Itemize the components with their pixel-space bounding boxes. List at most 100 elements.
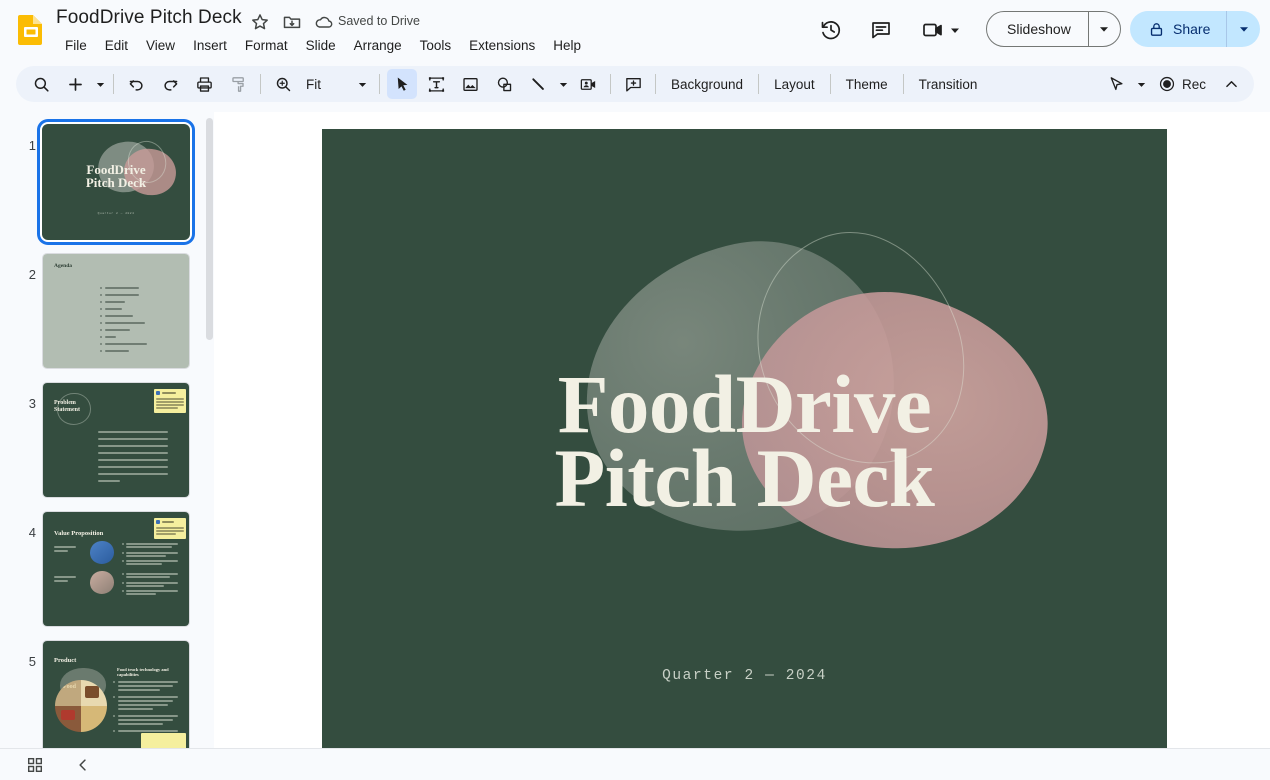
slide-thumbnail-2[interactable]: Agenda bbox=[42, 253, 190, 369]
mini-slide-title: Product bbox=[54, 657, 77, 664]
toolbar-divider bbox=[260, 74, 261, 94]
toolbar-divider bbox=[113, 74, 114, 94]
menu-help[interactable]: Help bbox=[544, 35, 590, 56]
theme-button[interactable]: Theme bbox=[836, 72, 898, 97]
collapse-toolbar-chevron-up-icon[interactable] bbox=[1216, 69, 1246, 99]
add-comment-icon[interactable] bbox=[618, 69, 648, 99]
undo-icon[interactable] bbox=[121, 69, 151, 99]
mini-slide-background: Problem Statement bbox=[43, 383, 189, 497]
new-slide-chevron-down-icon[interactable] bbox=[92, 70, 108, 98]
share-button-group: Share bbox=[1130, 11, 1261, 47]
slide-filmstrip[interactable]: 1 FoodDrive Pitch Deck Quarter 2 — 2024 … bbox=[0, 112, 214, 748]
save-status: Saved to Drive bbox=[338, 14, 420, 28]
zoom-chevron-down-icon[interactable] bbox=[354, 70, 370, 98]
slide-thumbnail-5[interactable]: Product Food Food truck technology and c… bbox=[42, 640, 190, 748]
menu-slide[interactable]: Slide bbox=[297, 35, 345, 56]
mini-product-photo: Food bbox=[55, 680, 107, 732]
text-box-icon[interactable] bbox=[421, 69, 451, 99]
version-history-icon[interactable] bbox=[819, 18, 843, 42]
toolbar-divider bbox=[829, 74, 831, 94]
record-button[interactable]: Rec bbox=[1150, 71, 1214, 97]
cloud-saved-icon[interactable] bbox=[314, 12, 334, 32]
background-button[interactable]: Background bbox=[661, 72, 753, 97]
active-slide-canvas[interactable]: FoodDrive Pitch Deck Quarter 2 — 2024 bbox=[322, 129, 1167, 763]
slide-number: 1 bbox=[28, 138, 36, 153]
redo-icon[interactable] bbox=[155, 69, 185, 99]
insert-image-icon[interactable] bbox=[455, 69, 485, 99]
mini-slide-title: Problem Statement bbox=[54, 400, 80, 413]
zoom-icon[interactable] bbox=[268, 69, 298, 99]
insert-line-icon[interactable] bbox=[523, 69, 553, 99]
mini-slide-title: Agenda bbox=[54, 263, 73, 269]
mini-sticky-note bbox=[154, 389, 186, 413]
chevron-down-icon[interactable] bbox=[948, 18, 962, 42]
record-icon bbox=[1158, 75, 1176, 93]
collapse-filmstrip-chevron-left-icon[interactable] bbox=[70, 753, 96, 777]
line-options-chevron-down-icon[interactable] bbox=[555, 70, 571, 98]
mini-slide-background: Product Food Food truck technology and c… bbox=[43, 641, 189, 748]
mini-blue-blob bbox=[90, 541, 114, 564]
filmstrip-slide-1[interactable]: 1 FoodDrive Pitch Deck Quarter 2 — 2024 bbox=[0, 124, 200, 252]
insert-video-icon[interactable] bbox=[573, 69, 603, 99]
slide-number: 2 bbox=[28, 267, 36, 282]
laser-chevron-down-icon[interactable] bbox=[1134, 70, 1150, 98]
filmstrip-slide-5[interactable]: 5 Product Food Food truck technology and… bbox=[0, 640, 200, 748]
record-label: Rec bbox=[1181, 76, 1206, 92]
bottom-status-bar bbox=[0, 748, 1270, 780]
new-slide-plus-icon[interactable] bbox=[60, 69, 90, 99]
mini-sticky-note bbox=[154, 518, 186, 539]
main-toolbar: Fit Background Layout Theme Transition R… bbox=[16, 66, 1254, 102]
slide-title-text[interactable]: FoodDrive Pitch Deck bbox=[322, 363, 1167, 520]
layout-button[interactable]: Layout bbox=[764, 72, 825, 97]
lock-icon bbox=[1148, 21, 1165, 38]
slide-number: 3 bbox=[28, 396, 36, 411]
laser-pointer-icon[interactable] bbox=[1102, 69, 1132, 99]
menu-extensions[interactable]: Extensions bbox=[460, 35, 544, 56]
menu-insert[interactable]: Insert bbox=[184, 35, 236, 56]
move-to-folder-icon[interactable] bbox=[282, 12, 302, 32]
mini-tan-blob bbox=[90, 571, 114, 594]
slide-number: 4 bbox=[28, 525, 36, 540]
meet-video-icon[interactable] bbox=[921, 18, 945, 42]
slide-subtitle-text[interactable]: Quarter 2 — 2024 bbox=[322, 668, 1167, 684]
search-icon[interactable] bbox=[26, 69, 56, 99]
cursor-select-icon[interactable] bbox=[387, 69, 417, 99]
zoom-level[interactable]: Fit bbox=[300, 77, 354, 92]
filmstrip-scrollbar-track[interactable] bbox=[204, 112, 214, 748]
comment-icon[interactable] bbox=[869, 18, 893, 42]
slide-thumbnail-1[interactable]: FoodDrive Pitch Deck Quarter 2 — 2024 bbox=[42, 124, 190, 240]
filmstrip-slide-2[interactable]: 2 Agenda bbox=[0, 253, 200, 381]
slides-app-icon[interactable] bbox=[16, 13, 46, 45]
transition-button[interactable]: Transition bbox=[909, 72, 988, 97]
print-icon[interactable] bbox=[189, 69, 219, 99]
slideshow-button[interactable]: Slideshow bbox=[987, 12, 1088, 46]
insert-shape-icon[interactable] bbox=[489, 69, 519, 99]
mini-slide-title: Value Proposition bbox=[54, 530, 104, 537]
menu-view[interactable]: View bbox=[137, 35, 184, 56]
slide-number: 5 bbox=[28, 654, 36, 669]
share-button[interactable]: Share bbox=[1130, 11, 1226, 47]
slide-thumbnail-4[interactable]: Value Proposition bbox=[42, 511, 190, 627]
toolbar-divider bbox=[902, 74, 904, 94]
slideshow-options-chevron-down-icon[interactable] bbox=[1087, 12, 1120, 46]
menu-file[interactable]: File bbox=[56, 35, 96, 56]
menu-arrange[interactable]: Arrange bbox=[345, 35, 411, 56]
slide-editor-stage: FoodDrive Pitch Deck Quarter 2 — 2024 bbox=[214, 112, 1270, 763]
star-icon[interactable] bbox=[250, 12, 270, 32]
slideshow-button-group: Slideshow bbox=[986, 11, 1121, 47]
filmstrip-scrollbar-thumb[interactable] bbox=[206, 118, 213, 340]
document-title[interactable]: FoodDrive Pitch Deck bbox=[56, 7, 242, 29]
menu-edit[interactable]: Edit bbox=[96, 35, 137, 56]
filmstrip-slide-4[interactable]: 4 Value Proposition bbox=[0, 511, 200, 639]
paint-format-icon[interactable] bbox=[223, 69, 253, 99]
menu-format[interactable]: Format bbox=[236, 35, 297, 56]
share-options-chevron-down-icon[interactable] bbox=[1226, 11, 1260, 47]
toolbar-divider bbox=[379, 74, 380, 94]
grid-view-icon[interactable] bbox=[22, 753, 48, 777]
slide-thumbnail-3[interactable]: Problem Statement bbox=[42, 382, 190, 498]
mini-slide-subtitle: Food truck technology and capabilities bbox=[117, 667, 169, 677]
toolbar-divider bbox=[758, 74, 760, 94]
mini-slide-title: FoodDrive Pitch Deck bbox=[85, 162, 147, 190]
menu-tools[interactable]: Tools bbox=[411, 35, 461, 56]
filmstrip-slide-3[interactable]: 3 Problem Statement bbox=[0, 382, 200, 510]
